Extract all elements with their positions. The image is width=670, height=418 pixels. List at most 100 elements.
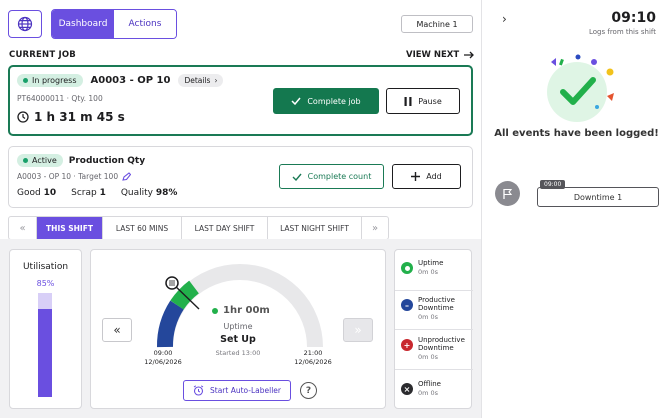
gauge-productive-downtime-segment <box>157 300 184 348</box>
globe-icon <box>17 16 33 32</box>
production-sub-info: A0003 - OP 10 · Target 100 <box>17 172 119 181</box>
status-badge: In progress <box>17 74 83 87</box>
clock-icon <box>17 111 29 123</box>
uptime-dot <box>212 307 218 314</box>
view-next-label: VIEW NEXT <box>406 50 460 60</box>
pause-button[interactable]: Pause <box>386 88 460 114</box>
utilisation-value: 85% <box>36 279 55 288</box>
auto-labeller-label: Start Auto-Labeller <box>210 386 281 395</box>
scrap-label: Scrap <box>71 188 97 198</box>
gauge-duration: 1hr 00m <box>212 305 270 316</box>
tab-this-shift[interactable]: THIS SHIFT <box>37 217 103 239</box>
tabs-next-button[interactable]: » <box>362 217 388 239</box>
add-button[interactable]: Add <box>392 164 461 189</box>
main-panel: Dashboard Actions Machine 1 CURRENT JOB … <box>0 0 481 418</box>
confetti-icon <box>559 58 564 66</box>
utilisation-label: Utilisation <box>22 262 69 272</box>
status-label: In progress <box>32 76 77 85</box>
tabs-prev-button[interactable]: « <box>9 217 37 239</box>
log-time: 09:10 <box>611 10 656 26</box>
legend-uptime-value: 0m 0s <box>418 268 439 276</box>
quality-count: Quality 98% <box>121 188 178 198</box>
tab-dashboard[interactable]: Dashboard <box>52 10 114 38</box>
gauge-duration-value: 1hr 00m <box>223 305 270 316</box>
confetti-icon <box>595 105 599 109</box>
success-bg-circle <box>547 62 607 122</box>
gauge-end-label: 21:00 12/06/2026 <box>290 349 336 367</box>
production-sub: A0003 - OP 10 · Target 100 <box>17 172 132 181</box>
event-log-item[interactable]: Downtime 1 <box>537 187 659 207</box>
pause-label: Pause <box>418 96 442 106</box>
details-label: Details <box>184 76 211 85</box>
complete-count-label: Complete count <box>307 172 372 181</box>
confetti-icon <box>575 54 581 60</box>
good-count: Good 10 <box>17 188 56 198</box>
legend-uptime: Uptime 0m 0s <box>395 259 473 276</box>
gauge-start-label: 09:00 12/06/2026 <box>140 349 186 367</box>
legend-offline-label: Offline <box>418 380 441 388</box>
all-logged-message: All events have been logged! <box>494 128 659 139</box>
gauge-started: Started 13:00 <box>215 349 261 357</box>
current-job-heading: CURRENT JOB <box>9 50 76 60</box>
gauge-state: Uptime <box>223 322 253 331</box>
status-dot <box>23 78 28 83</box>
event-label: Downtime 1 <box>573 192 623 202</box>
add-label: Add <box>426 172 442 181</box>
job-header: In progress A0003 - OP 10 Details › <box>17 74 224 87</box>
language-button[interactable] <box>8 10 42 38</box>
job-timer: 1 h 31 m 45 s <box>17 110 125 124</box>
event-time-badge: 09:00 <box>540 180 566 189</box>
gauge-end-date: 12/06/2026 <box>294 358 332 366</box>
plus-icon: + <box>401 339 413 351</box>
tab-last-night-shift[interactable]: LAST NIGHT SHIFT <box>268 217 362 239</box>
job-duration: 1 h 31 m 45 s <box>34 110 125 124</box>
good-value: 10 <box>43 188 57 198</box>
period-tabs: « THIS SHIFT LAST 60 MINS LAST DAY SHIFT… <box>8 216 389 240</box>
help-button[interactable]: ? <box>300 382 317 399</box>
check-icon <box>292 173 302 181</box>
close-icon: × <box>401 383 413 395</box>
arrow-right-icon <box>464 51 475 59</box>
complete-count-button[interactable]: Complete count <box>279 164 384 189</box>
confetti-icon <box>591 59 597 65</box>
start-auto-labeller-button[interactable]: Start Auto-Labeller <box>183 380 291 401</box>
utilisation-bar-fill <box>38 309 52 397</box>
complete-job-button[interactable]: Complete job <box>273 88 379 114</box>
view-next-link[interactable]: VIEW NEXT <box>406 50 475 60</box>
job-id: A0003 - OP 10 <box>90 75 171 86</box>
chevron-right-icon: › <box>214 76 218 85</box>
tab-actions[interactable]: Actions <box>114 10 176 38</box>
tab-last-60-mins[interactable]: LAST 60 MINS <box>103 217 182 239</box>
legend-unproductive-value: 0m 0s <box>418 353 439 361</box>
legend-productive-value: 0m 0s <box>418 313 439 321</box>
good-label: Good <box>17 188 41 198</box>
uptime-icon <box>401 262 413 274</box>
legend-productive-label: Productive Downtime <box>418 296 455 312</box>
tab-last-day-shift[interactable]: LAST DAY SHIFT <box>182 217 268 239</box>
legend-unproductive-downtime: + Unproductive Downtime 0m 0s <box>395 336 473 361</box>
check-icon <box>291 97 301 105</box>
flag-icon <box>503 188 513 199</box>
production-counts: Good 10 Scrap 1 Quality 98% <box>17 188 177 198</box>
view-switch: Dashboard Actions <box>51 9 177 39</box>
machine-selector[interactable]: Machine 1 <box>401 15 473 33</box>
alarm-clock-icon <box>193 385 204 396</box>
pencil-icon[interactable] <box>122 172 132 181</box>
quality-label: Quality <box>120 188 154 198</box>
active-dot <box>23 158 28 163</box>
legend-unproductive-label: Unproductive Downtime <box>418 336 465 352</box>
gauge-prev-button[interactable]: « <box>102 318 132 342</box>
legend-uptime-label: Uptime <box>418 259 444 267</box>
details-button[interactable]: Details › <box>178 74 224 87</box>
gauge-start-date: 12/06/2026 <box>144 358 182 366</box>
utilisation-bar-track <box>38 293 52 397</box>
confetti-icon <box>606 68 614 76</box>
minus-icon: – <box>401 299 413 311</box>
log-panel: › 09:10 Logs from this shift All events … <box>481 0 670 418</box>
production-header: Active Production Qty <box>17 154 145 167</box>
collapse-chevron-icon[interactable]: › <box>502 12 507 26</box>
confetti-icon <box>551 58 556 66</box>
production-title: Production Qty <box>68 155 146 166</box>
legend-productive-downtime: – Productive Downtime 0m 0s <box>395 296 473 321</box>
gauge-next-button[interactable]: » <box>343 318 373 342</box>
